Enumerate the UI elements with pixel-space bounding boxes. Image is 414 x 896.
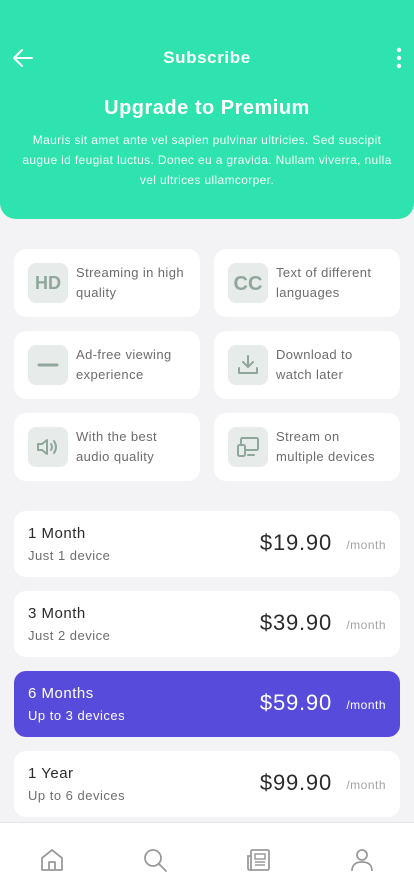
plan-period: /month — [346, 698, 386, 712]
feature-label: Stream on multiple devices — [276, 429, 375, 464]
plan-period: /month — [346, 778, 386, 792]
plan-name: 6 Months — [28, 685, 94, 702]
profile-icon[interactable] — [349, 847, 375, 873]
plan-devices: Just 2 device — [28, 628, 111, 643]
search-icon[interactable] — [142, 847, 168, 873]
plan-price: $59.90 — [259, 690, 332, 715]
speaker-icon — [28, 427, 68, 467]
more-icon[interactable] — [392, 44, 406, 72]
download-icon — [228, 345, 268, 385]
plan-1-month[interactable]: 1 Month Just 1 device $19.90 /month — [14, 511, 400, 577]
plan-name: 1 Year — [28, 765, 74, 782]
plan-1-year[interactable]: 1 Year Up to 6 devices $99.90 /month — [14, 751, 400, 817]
feature-label: With the best audio quality — [76, 429, 158, 464]
bottom-tab-bar — [0, 822, 414, 896]
feature-card-audio: With the best audio quality — [14, 413, 200, 481]
feature-label: Download to watch later — [276, 347, 353, 382]
header-title: Subscribe — [163, 48, 251, 67]
premium-headline: Upgrade to Premium — [104, 97, 310, 119]
minus-icon — [28, 345, 68, 385]
plan-period: /month — [346, 618, 386, 632]
plan-name: 3 Month — [28, 605, 86, 622]
plan-price: $99.90 — [259, 770, 332, 795]
feature-card-hd: HD Streaming in high quality — [14, 249, 200, 317]
plan-3-month[interactable]: 3 Month Just 2 device $39.90 /month — [14, 591, 400, 657]
svg-text:CC: CC — [234, 273, 263, 294]
premium-description: Mauris sit amet ante vel sapien pulvinar… — [22, 133, 392, 187]
header: Subscribe Upgrade to Premium Mauris sit … — [0, 0, 414, 219]
feature-card-multi-device: Stream on multiple devices — [214, 413, 400, 481]
plan-price: $19.90 — [259, 530, 332, 555]
hd-icon: HD — [28, 263, 68, 303]
plan-name: 1 Month — [28, 525, 86, 542]
news-icon[interactable] — [246, 847, 272, 873]
feature-label: Ad-free viewing experience — [76, 347, 172, 382]
svg-text:HD: HD — [35, 273, 61, 293]
multi-device-icon — [228, 427, 268, 467]
plan-devices: Up to 6 devices — [28, 788, 126, 803]
plan-price: $39.90 — [259, 610, 332, 635]
feature-card-download: Download to watch later — [214, 331, 400, 399]
plan-devices: Just 1 device — [28, 548, 111, 563]
cc-icon: CC — [228, 263, 268, 303]
feature-card-ad-free: Ad-free viewing experience — [14, 331, 200, 399]
feature-card-cc: CC Text of different languages — [214, 249, 400, 317]
feature-label: Text of different languages — [276, 265, 372, 300]
feature-label: Streaming in high quality — [76, 265, 184, 300]
home-icon[interactable] — [39, 847, 65, 873]
plan-devices: Up to 3 devices — [28, 708, 126, 723]
plan-period: /month — [346, 538, 386, 552]
plan-6-months[interactable]: 6 Months Up to 3 devices $59.90 /month — [14, 671, 400, 737]
